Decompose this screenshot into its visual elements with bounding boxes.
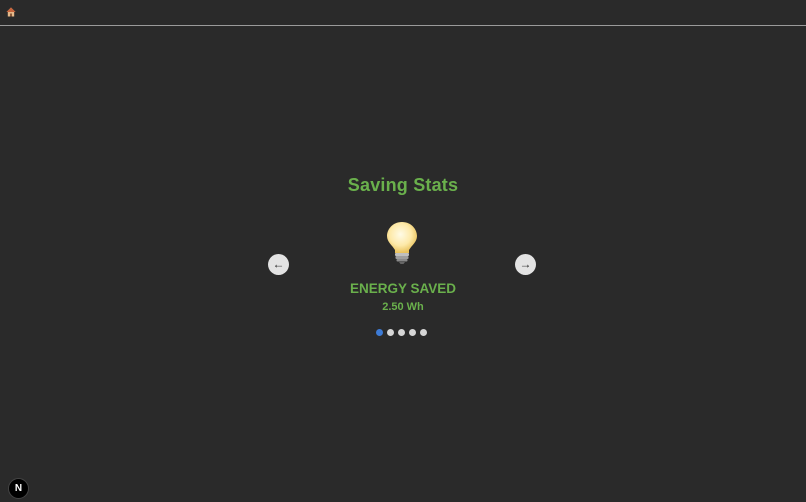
stat-value: 2.50 Wh [382,301,424,313]
previous-button[interactable]: ← [268,254,289,275]
next-button[interactable]: → [515,254,536,275]
carousel-title: Saving Stats [347,175,459,195]
home-icon[interactable] [6,7,16,17]
carousel: Saving Stats ← → ENERGY SAVED 2.50 Wh [0,26,806,502]
stat-label: ENERGY SAVED [349,281,457,296]
pagination-dot-5[interactable] [420,329,427,336]
nextjs-dev-badge[interactable]: N [8,478,29,499]
pagination-dot-4[interactable] [409,329,416,336]
top-bar [0,0,806,26]
carousel-pagination [376,329,427,336]
pagination-dot-2[interactable] [387,329,394,336]
pagination-dot-1[interactable] [376,329,383,336]
lightbulb-icon [387,222,417,264]
pagination-dot-3[interactable] [398,329,405,336]
